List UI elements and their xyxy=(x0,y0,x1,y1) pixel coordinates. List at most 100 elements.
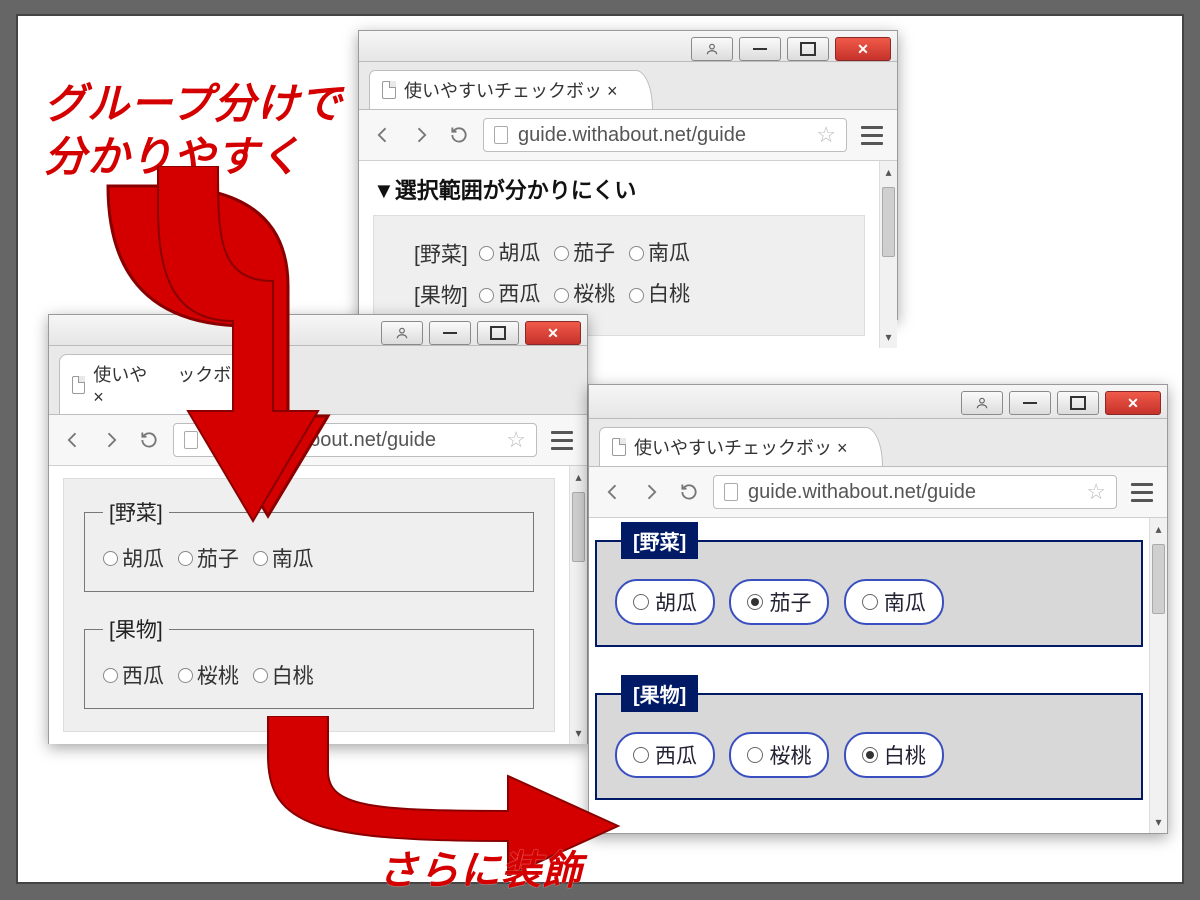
group-label-vegetables: [野菜] xyxy=(414,243,468,266)
minimize-button[interactable] xyxy=(429,321,471,345)
minimize-button[interactable] xyxy=(739,37,781,61)
titlebar: ✕ xyxy=(49,315,587,346)
reload-button[interactable] xyxy=(135,426,163,454)
radio-pill[interactable]: 白桃 xyxy=(844,732,944,778)
scroll-down-icon[interactable]: ▾ xyxy=(575,722,581,744)
scrollbar[interactable]: ▴ ▾ xyxy=(1149,518,1167,833)
back-button[interactable] xyxy=(369,121,397,149)
nav-toolbar: guide.withabout.net/guide ☆ xyxy=(359,110,897,161)
radio-option[interactable]: 茄子 xyxy=(178,543,239,573)
scrollbar[interactable]: ▴ ▾ xyxy=(569,466,587,744)
fieldset-vegetables-styled: [野菜] 胡瓜 茄子 南瓜 xyxy=(595,522,1143,647)
legend-fruits: [果物] xyxy=(103,614,169,644)
reload-button[interactable] xyxy=(675,478,703,506)
fieldset-fruits-styled: [果物] 西瓜 桜桃 白桃 xyxy=(595,675,1143,800)
browser-window-a: ✕ 使いやすいチェックボッ × guide.withabout.net/guid… xyxy=(358,30,898,320)
user-icon[interactable] xyxy=(691,37,733,61)
scroll-thumb[interactable] xyxy=(882,187,895,257)
radio-pill[interactable]: 茄子 xyxy=(729,579,829,625)
reload-button[interactable] xyxy=(445,121,473,149)
nav-toolbar: guide.withabout.net/guide ☆ xyxy=(589,467,1167,518)
scroll-up-icon[interactable]: ▴ xyxy=(885,161,891,183)
user-icon[interactable] xyxy=(381,321,423,345)
canvas: グループ分けで 分かりやすく ✕ 使いやすいチェックボッ × gu xyxy=(16,14,1184,884)
tab-strip: 使いやすいチェックボッ × xyxy=(589,419,1167,467)
menu-button[interactable] xyxy=(857,126,887,145)
radio-option[interactable]: 西瓜 xyxy=(103,660,164,690)
titlebar: ✕ xyxy=(359,31,897,62)
minimize-button[interactable] xyxy=(1009,391,1051,415)
radio-option[interactable]: 茄子 xyxy=(554,234,615,274)
tab-title: 使いやすいチェックボッ × xyxy=(404,77,618,103)
url-text: guide.withabout.net/guide xyxy=(518,124,806,147)
address-bar[interactable]: guide.withabout.net/guide ☆ xyxy=(713,475,1117,509)
browser-tab[interactable]: 使いや ックボッ × xyxy=(59,354,289,414)
site-icon xyxy=(494,126,508,144)
close-button[interactable]: ✕ xyxy=(1105,391,1161,415)
radio-option[interactable]: 桜桃 xyxy=(554,275,615,315)
page-icon xyxy=(72,376,85,394)
close-button[interactable]: ✕ xyxy=(835,37,891,61)
radio-pill[interactable]: 胡瓜 xyxy=(615,579,715,625)
url-text: guide.withabout.net/guide xyxy=(208,429,496,452)
maximize-button[interactable] xyxy=(787,37,829,61)
url-text: guide.withabout.net/guide xyxy=(748,481,1076,504)
radio-option[interactable]: 南瓜 xyxy=(629,234,690,274)
bookmark-star-icon[interactable]: ☆ xyxy=(816,122,836,148)
fieldset-fruits: [果物] 西瓜 桜桃 白桃 xyxy=(84,614,534,709)
forward-button[interactable] xyxy=(97,426,125,454)
user-icon[interactable] xyxy=(961,391,1003,415)
back-button[interactable] xyxy=(59,426,87,454)
radio-option[interactable]: 胡瓜 xyxy=(103,543,164,573)
bookmark-star-icon[interactable]: ☆ xyxy=(506,427,526,453)
bookmark-star-icon[interactable]: ☆ xyxy=(1086,479,1106,505)
forward-button[interactable] xyxy=(407,121,435,149)
menu-button[interactable] xyxy=(547,431,577,450)
site-icon xyxy=(184,431,198,449)
scroll-down-icon[interactable]: ▾ xyxy=(885,326,891,348)
site-icon xyxy=(724,483,738,501)
page-content-c: [野菜] 胡瓜 茄子 南瓜 [果物] 西瓜 桜桃 白桃 xyxy=(589,518,1149,833)
radio-option[interactable]: 南瓜 xyxy=(253,543,314,573)
scroll-down-icon[interactable]: ▾ xyxy=(1155,811,1161,833)
page-icon xyxy=(382,81,396,99)
radio-option[interactable]: 白桃 xyxy=(253,660,314,690)
legend-vegetables: [野菜] xyxy=(621,522,698,559)
tab-title: 使いや ックボッ × xyxy=(93,361,254,408)
browser-tab[interactable]: 使いやすいチェックボッ × xyxy=(369,70,653,109)
browser-tab[interactable]: 使いやすいチェックボッ × xyxy=(599,427,883,466)
scroll-thumb[interactable] xyxy=(1152,544,1165,614)
scroll-up-icon[interactable]: ▴ xyxy=(575,466,581,488)
legend-vegetables: [野菜] xyxy=(103,497,169,527)
scrollbar[interactable]: ▴ ▾ xyxy=(879,161,897,348)
group-label-fruits: [果物] xyxy=(414,285,468,308)
section-heading: ▼選択範囲が分かりにくい xyxy=(373,173,865,205)
address-bar[interactable]: guide.withabout.net/guide ☆ xyxy=(483,118,847,152)
scroll-up-icon[interactable]: ▴ xyxy=(1155,518,1161,540)
maximize-button[interactable] xyxy=(1057,391,1099,415)
scroll-thumb[interactable] xyxy=(572,492,585,562)
radio-pill[interactable]: 南瓜 xyxy=(844,579,944,625)
titlebar: ✕ xyxy=(589,385,1167,419)
back-button[interactable] xyxy=(599,478,627,506)
radio-option[interactable]: 桜桃 xyxy=(178,660,239,690)
browser-window-b: ✕ 使いや ックボッ × guide.withabout.net/guide ☆ xyxy=(48,314,588,744)
close-button[interactable]: ✕ xyxy=(525,321,581,345)
tab-title: 使いやすいチェックボッ × xyxy=(634,434,848,460)
forward-button[interactable] xyxy=(637,478,665,506)
legend-fruits: [果物] xyxy=(621,675,698,712)
maximize-button[interactable] xyxy=(477,321,519,345)
radio-option[interactable]: 白桃 xyxy=(629,275,690,315)
nav-toolbar: guide.withabout.net/guide ☆ xyxy=(49,415,587,466)
annotation-grouping: グループ分けで 分かりやすく xyxy=(44,78,342,183)
fieldset-vegetables: [野菜] 胡瓜 茄子 南瓜 xyxy=(84,497,534,592)
browser-window-c: ✕ 使いやすいチェックボッ × guide.withabout.net/guid… xyxy=(588,384,1168,834)
menu-button[interactable] xyxy=(1127,483,1157,502)
address-bar[interactable]: guide.withabout.net/guide ☆ xyxy=(173,423,537,457)
radio-pill[interactable]: 桜桃 xyxy=(729,732,829,778)
radio-pill[interactable]: 西瓜 xyxy=(615,732,715,778)
page-icon xyxy=(612,438,626,456)
radio-option[interactable]: 西瓜 xyxy=(479,275,540,315)
radio-option[interactable]: 胡瓜 xyxy=(479,234,540,274)
tab-strip: 使いやすいチェックボッ × xyxy=(359,62,897,110)
